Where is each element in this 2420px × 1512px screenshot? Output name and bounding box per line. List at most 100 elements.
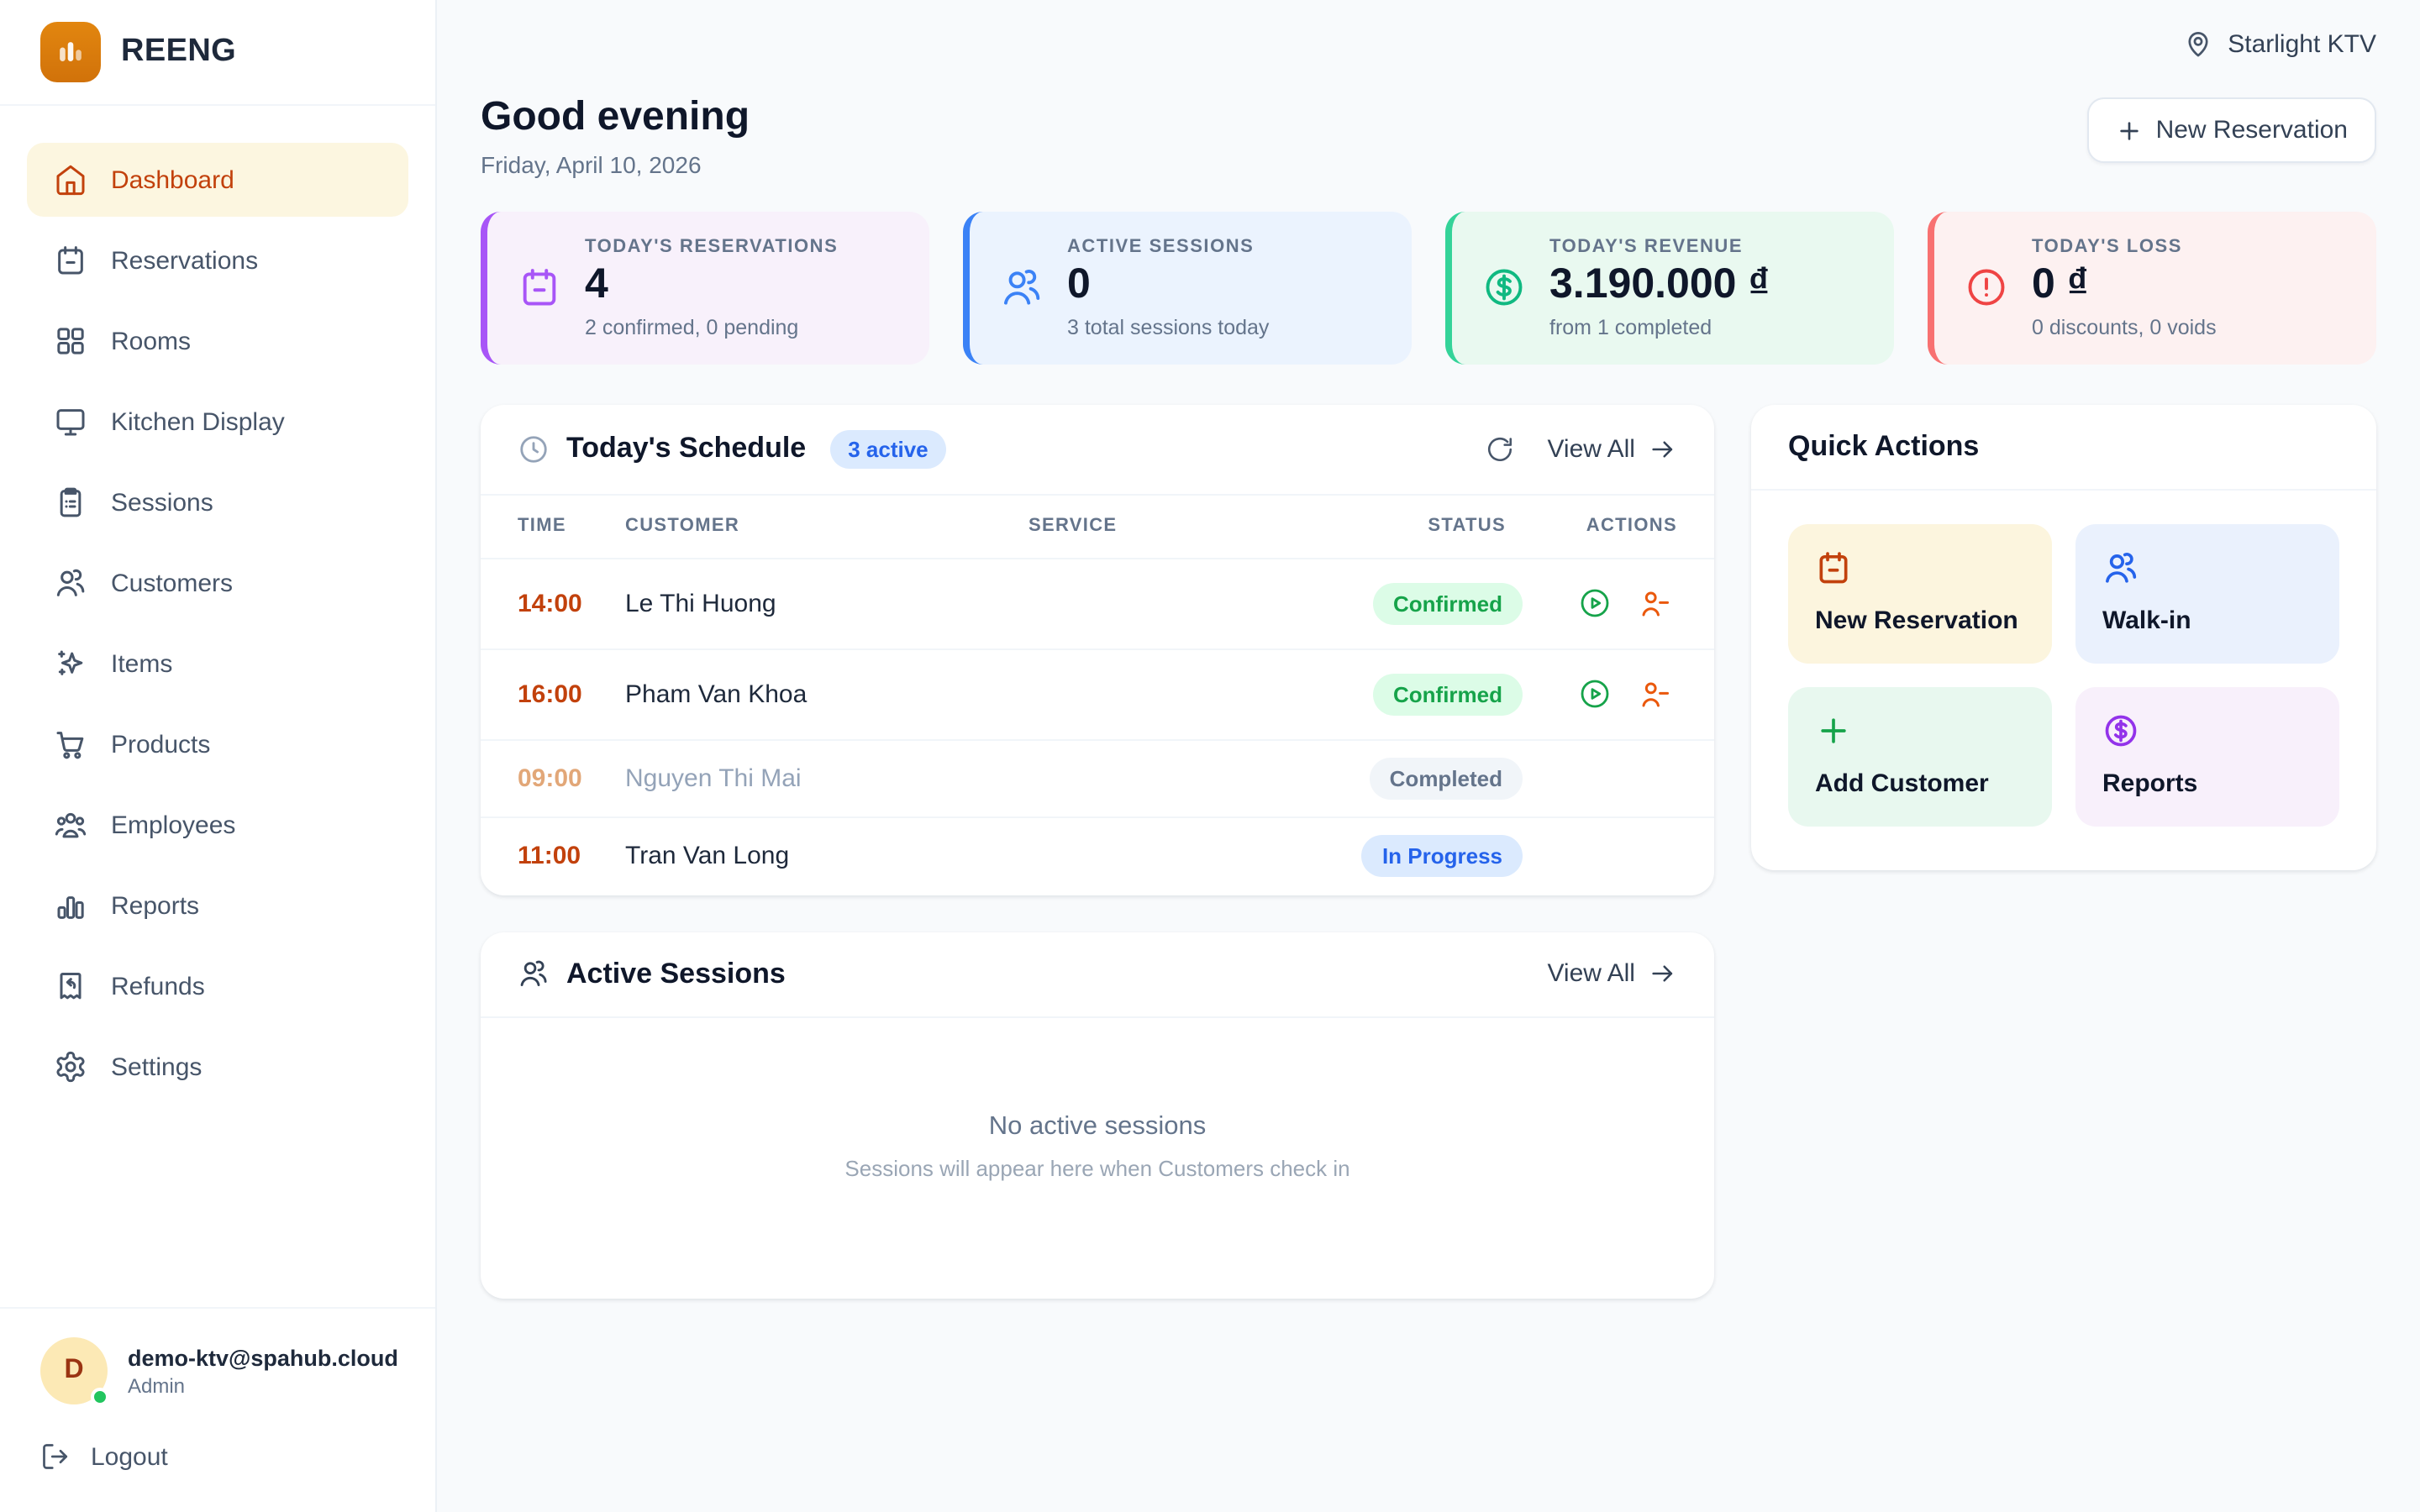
new-reservation-button[interactable]: New Reservation [2087, 97, 2376, 163]
sidebar-item-label: Items [111, 649, 172, 678]
sidebar: REENG Dashboard Reservations Rooms Kitchen … [0, 0, 437, 1512]
sidebar-item-label: Reservations [111, 246, 258, 275]
main-area: Starlight KTV Good evening Friday, April… [437, 0, 2420, 1512]
sidebar-item-employees[interactable]: Employees [27, 788, 408, 862]
play-icon [1578, 677, 1612, 711]
sidebar-item-rooms[interactable]: Rooms [27, 304, 408, 378]
row-customer: Tran Van Long [625, 842, 1028, 870]
arrow-icon [1649, 434, 1677, 463]
quick-action-walk-in[interactable]: Walk-in [2075, 523, 2339, 663]
sidebar-item-sessions[interactable]: Sessions [27, 465, 408, 539]
cart-icon [54, 727, 87, 761]
home-icon [54, 163, 87, 197]
stat-label: ACTIVE SESSIONS [1067, 237, 1269, 257]
schedule-row-tran-van-long[interactable]: 11:00Tran Van LongIn Progress [481, 817, 1714, 895]
schedule-view-all-link[interactable]: View All [1547, 434, 1677, 463]
quick-action-reports[interactable]: Reports [2075, 686, 2339, 826]
sidebar-item-reservations[interactable]: Reservations [27, 223, 408, 297]
start-session-button[interactable] [1578, 586, 1612, 620]
sidebar-item-dashboard[interactable]: Dashboard [27, 143, 408, 217]
row-status: Confirmed [1334, 582, 1523, 624]
sidebar-header: REENG [0, 0, 435, 106]
row-time: 14:00 [518, 589, 625, 617]
brand-name: REENG [121, 34, 236, 71]
stat-value: 4 [585, 262, 838, 308]
quick-action-add-customer[interactable]: Add Customer [1788, 686, 2052, 826]
alert-icon [1965, 266, 2008, 310]
sidebar-item-items[interactable]: Items [27, 627, 408, 701]
stat-icon [1482, 266, 1526, 310]
sidebar-item-kitchen-display[interactable]: Kitchen Display [27, 385, 408, 459]
no-show-button[interactable] [1639, 678, 1670, 710]
refresh-button[interactable] [1485, 434, 1513, 463]
sparkles-icon [54, 647, 87, 680]
avatar: D [40, 1337, 108, 1404]
schedule-card: Today's Schedule 3 active View All TIME … [481, 404, 1714, 895]
stat-body: TODAY'S RESERVATIONS42 confirmed, 0 pend… [585, 237, 838, 339]
stat-icon [518, 266, 561, 310]
row-customer: Pham Van Khoa [625, 680, 1028, 708]
empty-state-title: No active sessions [989, 1111, 1206, 1142]
sidebar-item-products[interactable]: Products [27, 707, 408, 781]
sidebar-item-refunds[interactable]: Refunds [27, 949, 408, 1023]
stat-icon [1000, 266, 1044, 310]
user-minus-icon [1639, 678, 1670, 710]
location-name: Starlight KTV [2228, 29, 2376, 58]
quick-action-label: Walk-in [2102, 606, 2312, 634]
refresh-icon [1485, 434, 1513, 463]
plus-icon [2116, 117, 2143, 144]
quick-action-new-reservation[interactable]: New Reservation [1788, 523, 2052, 663]
stat-label: TODAY'S REVENUE [1549, 237, 1770, 257]
row-time: 09:00 [518, 764, 625, 792]
schedule-row-pham-van-khoa[interactable]: 16:00Pham Van KhoaConfirmed [481, 649, 1714, 740]
start-session-button[interactable] [1578, 677, 1612, 711]
row-status: Confirmed [1334, 673, 1523, 715]
stat-value: 0 ₫ [2032, 262, 2217, 308]
stat-card-active-sessions: ACTIVE SESSIONS03 total sessions today [963, 212, 1412, 364]
plus-icon [1815, 711, 1852, 748]
sidebar-item-label: Sessions [111, 488, 213, 517]
empty-state: No active sessions Sessions will appear … [481, 1017, 1714, 1298]
row-customer: Nguyen Thi Mai [625, 764, 1028, 792]
greeting-block: Good evening Friday, April 10, 2026 [481, 94, 750, 178]
active-sessions-card: Active Sessions View All No active sessi… [481, 932, 1714, 1298]
users-icon [1000, 266, 1044, 310]
status-badge: Completed [1370, 757, 1523, 799]
stat-label: TODAY'S LOSS [2032, 237, 2217, 257]
new-reservation-label: New Reservation [2156, 116, 2348, 144]
team-icon [54, 808, 87, 842]
schedule-table-header: TIME CUSTOMER SERVICE STATUS ACTIONS [481, 495, 1714, 559]
pin-icon [2182, 29, 2212, 59]
grid-icon [54, 324, 87, 358]
users-icon [54, 566, 87, 600]
row-actions [1523, 586, 1677, 620]
row-time: 11:00 [518, 842, 625, 870]
sidebar-item-settings[interactable]: Settings [27, 1030, 408, 1104]
arrow-right-icon [1649, 959, 1677, 988]
quick-action-label: Add Customer [1815, 769, 2025, 797]
schedule-row-nguyen-thi-mai[interactable]: 09:00Nguyen Thi Mai Completed [481, 740, 1714, 817]
no-show-button[interactable] [1639, 587, 1670, 619]
sidebar-item-reports[interactable]: Reports [27, 869, 408, 942]
active-sessions-title: Active Sessions [566, 957, 786, 990]
quick-actions-card: Quick Actions New ReservationWalk-inAdd … [1751, 404, 2376, 869]
logout-button[interactable]: Logout [40, 1441, 395, 1472]
sidebar-item-label: Employees [111, 811, 235, 839]
sidebar-item-customers[interactable]: Customers [27, 546, 408, 620]
dollar-icon [2102, 711, 2139, 748]
logout-label: Logout [91, 1442, 168, 1471]
sessions-view-all-link[interactable]: View All [1547, 959, 1677, 988]
schedule-table-body: 14:00Le Thi HuongConfirmed16:00Pham Van … [481, 559, 1714, 895]
online-status-dot [91, 1388, 109, 1406]
sidebar-footer: D demo-ktv@spahub.cloud Admin Logout [0, 1307, 435, 1512]
schedule-row-le-thi-huong[interactable]: 14:00Le Thi HuongConfirmed [481, 559, 1714, 649]
status-badge: Confirmed [1373, 673, 1523, 715]
user-meta: demo-ktv@spahub.cloud Admin [128, 1345, 398, 1397]
col-actions: ACTIONS [1523, 516, 1677, 536]
stat-icon [1965, 266, 2008, 310]
quick-action-icon [1815, 711, 2025, 748]
sidebar-item-label: Kitchen Display [111, 407, 285, 436]
user-profile[interactable]: D demo-ktv@spahub.cloud Admin [40, 1337, 395, 1404]
stat-value: 0 [1067, 262, 1269, 308]
page-date: Friday, April 10, 2026 [481, 151, 750, 178]
